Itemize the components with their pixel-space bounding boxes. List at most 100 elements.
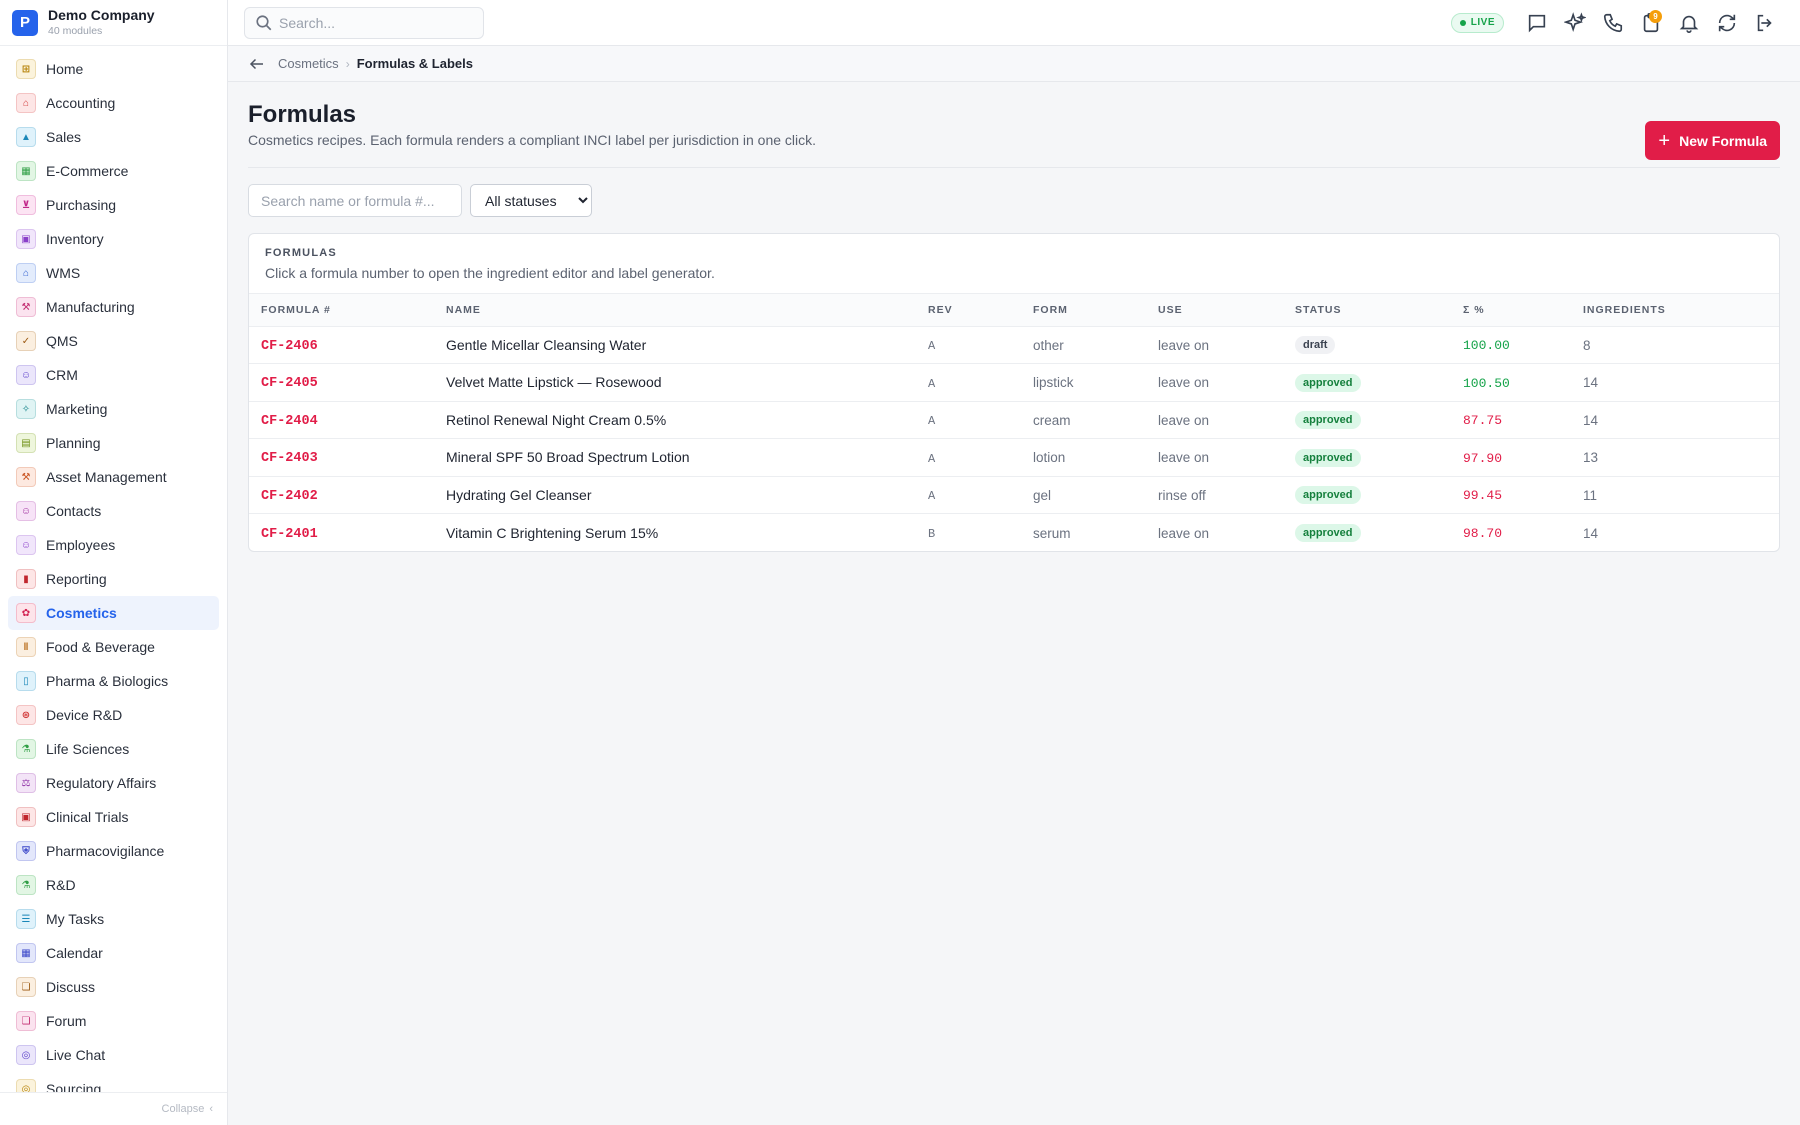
table-row[interactable]: CF-2401 Vitamin C Brightening Serum 15% Bs… — [249, 514, 1779, 552]
formula-number-link[interactable]: CF-2402 — [261, 489, 318, 504]
sidebar-item-label: Cosmetics — [46, 605, 117, 621]
table-cell: 14 — [1571, 363, 1779, 402]
sidebar-item-inventory[interactable]: ▣ Inventory — [8, 222, 219, 256]
sidebar-item-cosmetics[interactable]: ✿ Cosmetics — [8, 596, 219, 630]
table-row[interactable]: CF-2403 Mineral SPF 50 Broad Spectrum Lot… — [249, 438, 1779, 477]
sidebar-item-qms[interactable]: ✓ QMS — [8, 324, 219, 358]
table-cell: gel — [1021, 476, 1146, 514]
sidebar-item-life-sciences[interactable]: ⚗ Life Sciences — [8, 732, 219, 766]
status-badge: approved — [1295, 411, 1361, 430]
sidebar-item-label: Device R&D — [46, 707, 123, 723]
table-cell: approved — [1283, 514, 1451, 552]
sidebar-item-label: Asset Management — [46, 469, 167, 485]
sidebar-item-manufacturing[interactable]: ⚒ Manufacturing — [8, 290, 219, 324]
formula-use: leave on — [1158, 412, 1210, 428]
cart-icon: ⊻ — [16, 195, 36, 215]
bar-chart-icon: ▮ — [16, 569, 36, 589]
sidebar-item-purchasing[interactable]: ⊻ Purchasing — [8, 188, 219, 222]
table-row[interactable]: CF-2402 Hydrating Gel Cleanser Agel rinse o… — [249, 476, 1779, 514]
sidebar-item-device-randd[interactable]: ⊛ Device R&D — [8, 698, 219, 732]
messages-button[interactable] — [1518, 4, 1556, 42]
table-cell: leave on — [1146, 401, 1283, 439]
sidebar-item-wms[interactable]: ⌂ WMS — [8, 256, 219, 290]
table-cell: Vitamin C Brightening Serum 15% — [434, 514, 916, 552]
sidebar-item-label: Pharma & Biologics — [46, 673, 169, 689]
formula-form: lipstick — [1033, 375, 1074, 391]
table-cell: lipstick — [1021, 363, 1146, 402]
collapse-button[interactable]: Collapse ‹ — [0, 1092, 227, 1125]
sidebar-item-pharma-and-biologics[interactable]: ▯ Pharma & Biologics — [8, 664, 219, 698]
brand[interactable]: P Demo Company 40 modules — [0, 0, 227, 46]
sidebar-item-sourcing[interactable]: ◎ Sourcing — [8, 1072, 219, 1092]
sidebar-item-reporting[interactable]: ▮ Reporting — [8, 562, 219, 596]
global-search-input[interactable] — [279, 14, 469, 31]
sidebar-item-label: Purchasing — [46, 197, 117, 213]
pill-bottle-icon: ▯ — [16, 671, 36, 691]
logout-button[interactable] — [1746, 4, 1784, 42]
sidebar-item-my-tasks[interactable]: ☰ My Tasks — [8, 902, 219, 936]
new-formula-button[interactable]: + New Formula — [1645, 121, 1780, 160]
formula-name: Mineral SPF 50 Broad Spectrum Lotion — [446, 449, 690, 466]
live-dot — [1459, 19, 1466, 26]
sidebar-item-marketing[interactable]: ✧ Marketing — [8, 392, 219, 426]
table-cell: Mineral SPF 50 Broad Spectrum Lotion — [434, 438, 916, 477]
sidebar-item-asset-management[interactable]: ⚒ Asset Management — [8, 460, 219, 494]
formula-number-link[interactable]: CF-2406 — [261, 339, 318, 354]
formula-search-input[interactable] — [248, 184, 462, 217]
home-icon: ⊞ — [16, 59, 36, 79]
refresh-button[interactable] — [1708, 4, 1746, 42]
breadcrumb-parent[interactable]: Cosmetics — [278, 56, 339, 71]
sidebar-item-clinical-trials[interactable]: ▣ Clinical Trials — [8, 800, 219, 834]
contact-card-icon: ☺ — [16, 501, 36, 521]
phone-button[interactable] — [1594, 4, 1632, 42]
table-cell: Gentle Micellar Cleansing Water — [434, 326, 916, 364]
brand-logo: P — [12, 9, 38, 36]
table-row[interactable]: CF-2404 Retinol Renewal Night Cream 0.5% A… — [249, 401, 1779, 439]
utensils-icon: ǁ — [16, 637, 36, 657]
table-cell: A — [916, 363, 1021, 402]
sidebar-item-label: Life Sciences — [46, 741, 130, 757]
tasks-button[interactable]: 9 — [1632, 4, 1670, 42]
notifications-button[interactable] — [1670, 4, 1708, 42]
ai-assistant-button[interactable] — [1556, 4, 1594, 42]
sidebar-item-label: Calendar — [46, 945, 103, 961]
sidebar-item-live-chat[interactable]: ◎ Live Chat — [8, 1038, 219, 1072]
sidebar-item-employees[interactable]: ☺ Employees — [8, 528, 219, 562]
formula-number-link[interactable]: CF-2404 — [261, 414, 318, 429]
sidebar-item-contacts[interactable]: ☺ Contacts — [8, 494, 219, 528]
sidebar-item-calendar[interactable]: ▦ Calendar — [8, 936, 219, 970]
card-label: FORMULAS — [265, 247, 337, 259]
table-cell: leave on — [1146, 363, 1283, 402]
sidebar-item-planning[interactable]: ▤ Planning — [8, 426, 219, 460]
formula-number-link[interactable]: CF-2405 — [261, 376, 318, 391]
sidebar-item-pharmacovigilance[interactable]: ⛨ Pharmacovigilance — [8, 834, 219, 868]
table-cell: CF-2403 — [249, 438, 434, 477]
sidebar-item-home[interactable]: ⊞ Home — [8, 52, 219, 86]
sidebar-item-crm[interactable]: ☺ CRM — [8, 358, 219, 392]
sidebar-item-discuss[interactable]: ❏ Discuss — [8, 970, 219, 1004]
sidebar-item-label: WMS — [46, 265, 81, 281]
global-search[interactable] — [244, 6, 484, 39]
sidebar-item-regulatory-affairs[interactable]: ⚖ Regulatory Affairs — [8, 766, 219, 800]
status-filter-select[interactable]: All statuses — [470, 184, 592, 217]
table-row[interactable]: CF-2405 Velvet Matte Lipstick — Rosewood A… — [249, 363, 1779, 402]
sidebar-item-food-and-beverage[interactable]: ǁ Food & Beverage — [8, 630, 219, 664]
formula-number-link[interactable]: CF-2403 — [261, 451, 318, 466]
sidebar-item-e-commerce[interactable]: ▦ E-Commerce — [8, 154, 219, 188]
table-cell: 100.00 — [1451, 326, 1571, 364]
status-badge: approved — [1295, 373, 1361, 392]
table-row[interactable]: CF-2406 Gentle Micellar Cleansing Water Ao… — [249, 326, 1779, 364]
formula-number-link[interactable]: CF-2401 — [261, 527, 318, 542]
sidebar-item-sales[interactable]: ▲ Sales — [8, 120, 219, 154]
back-arrow-icon[interactable] — [248, 55, 266, 73]
table-cell: leave on — [1146, 326, 1283, 364]
filters: All statuses — [248, 184, 1780, 217]
column-header: FORM — [1021, 294, 1146, 327]
column-header: Σ % — [1451, 294, 1571, 327]
new-formula-label: New Formula — [1679, 132, 1767, 149]
sidebar-item-accounting[interactable]: ⌂ Accounting — [8, 86, 219, 120]
percent-total: 99.45 — [1463, 488, 1503, 504]
sidebar-item-randd[interactable]: ⚗ R&D — [8, 868, 219, 902]
topbar: LIVE 9 — [228, 0, 1800, 46]
sidebar-item-forum[interactable]: ❏ Forum — [8, 1004, 219, 1038]
